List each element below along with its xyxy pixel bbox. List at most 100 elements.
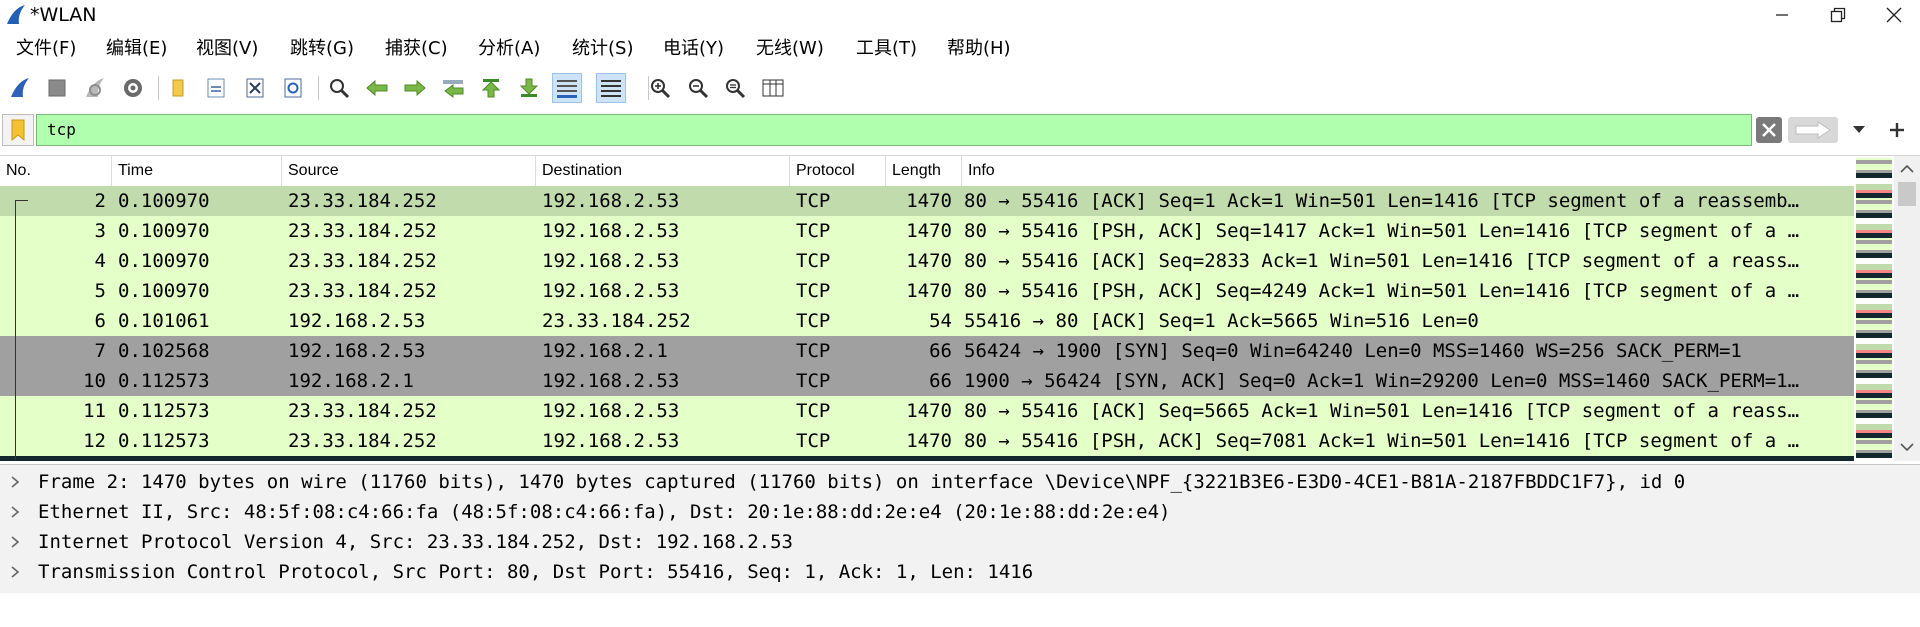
menu-bar: 文件(F) 编辑(E) 视图(V) 跳转(G) 捕获(C) 分析(A) 统计(S… [0,34,1920,64]
cell-time: 0.112573 [118,370,210,392]
minimap-stripe [1856,353,1892,358]
add-filter-button-button[interactable] [1882,116,1912,144]
resize-columns-icon[interactable] [758,73,788,103]
stop-capture-icon[interactable] [42,73,72,103]
minimap-stripe [1856,160,1892,164]
column-header-time[interactable]: Time [112,156,282,186]
packet-row[interactable]: 5 0.100970 23.33.184.252 192.168.2.53 TCP 147… [0,276,1854,306]
cell-source: 23.33.184.252 [288,430,437,452]
minimap-stripe [1856,424,1892,430]
packet-row[interactable]: 12 0.112573 23.33.184.252 192.168.2.53 TCP 14… [0,426,1854,456]
expand-arrow-icon[interactable] [10,566,20,578]
go-last-packet-icon[interactable] [514,73,544,103]
minimap-stripe [1856,453,1892,458]
packet-row[interactable]: 7 0.102568 192.168.2.53 192.168.2.1 TCP 66 564… [0,336,1854,366]
column-header-destination[interactable]: Destination [536,156,790,186]
open-file-icon[interactable] [164,73,194,103]
minimap-stripe [1856,233,1892,238]
column-header-no[interactable]: No. [0,156,112,186]
go-back-icon[interactable] [362,73,392,103]
minimap-stripe [1856,173,1892,178]
save-file-icon[interactable] [201,73,231,103]
minimap-stripe [1856,158,1892,160]
expand-arrow-icon[interactable] [10,536,20,548]
minimap-stripe [1856,378,1892,380]
menu-file[interactable]: 文件(F) [16,36,76,62]
close-window-button[interactable] [1866,0,1920,30]
column-header-info[interactable]: Info [962,156,1856,186]
packet-row[interactable]: 10 0.112573 192.168.2.1 192.168.2.53 TCP 66 19… [0,366,1854,396]
zoom-out-icon[interactable] [683,73,713,103]
cell-protocol: TCP [796,220,831,242]
column-header-source[interactable]: Source [282,156,536,186]
menu-capture[interactable]: 捕获(C) [385,36,448,62]
go-first-packet-icon[interactable] [476,73,506,103]
go-to-packet-icon[interactable] [438,73,468,103]
minimap-stripe [1856,370,1892,373]
cell-source: 23.33.184.252 [288,250,437,272]
menu-help[interactable]: 帮助(H) [947,36,1011,62]
auto-scroll-icon[interactable] [552,73,582,103]
packet-minimap[interactable] [1856,156,1892,461]
cell-source: 23.33.184.252 [288,190,437,212]
filter-history-dropdown[interactable] [1846,119,1872,141]
go-forward-icon[interactable] [400,73,430,103]
menu-edit[interactable]: 编辑(E) [106,36,167,62]
minimap-stripe [1856,380,1892,384]
packet-list-scrollbar[interactable] [1894,156,1920,461]
expand-arrow-icon[interactable] [10,506,20,518]
menu-go[interactable]: 跳转(G) [290,36,354,62]
minimap-stripe [1856,193,1892,198]
clear-filter-button[interactable] [1756,117,1782,143]
close-file-icon[interactable] [240,73,270,103]
menu-wireless[interactable]: 无线(W) [756,36,824,62]
packet-row[interactable]: 2 0.100970 23.33.184.252 192.168.2.53 TCP 147… [0,186,1854,216]
minimap-stripe [1856,384,1892,390]
minimap-stripe [1856,320,1892,324]
minimap-stripe [1856,450,1892,453]
detail-row-ip[interactable]: Internet Protocol Version 4, Src: 23.33.… [0,527,1920,557]
apply-filter-button[interactable] [1788,117,1838,143]
menu-statistics[interactable]: 统计(S) [572,36,633,62]
detail-row-tcp[interactable]: Transmission Control Protocol, Src Port:… [0,557,1920,587]
display-filter-input[interactable]: tcp [36,114,1752,146]
minimap-stripe [1856,190,1892,193]
minimap-stripe [1856,213,1892,218]
zoom-in-icon[interactable] [645,73,675,103]
menu-analyze[interactable]: 分析(A) [478,36,540,62]
minimap-stripe [1856,338,1892,340]
start-capture-icon[interactable] [5,73,35,103]
minimap-stripe [1856,220,1892,224]
menu-tools[interactable]: 工具(T) [856,36,917,62]
minimap-stripe [1856,218,1892,220]
filter-bookmark-button[interactable] [2,114,34,146]
column-header-protocol[interactable]: Protocol [790,156,886,186]
colorize-icon[interactable] [596,73,626,103]
normal-size-icon[interactable] [720,73,750,103]
cell-source: 23.33.184.252 [288,220,437,242]
cell-info: 80 → 55416 [ACK] Seq=1 Ack=1 Win=501 Len… [964,190,1800,212]
cell-info: 80 → 55416 [PSH, ACK] Seq=4249 Ack=1 Win… [964,280,1800,302]
detail-row-ethernet[interactable]: Ethernet II, Src: 48:5f:08:c4:66:fa (48:… [0,497,1920,527]
cell-source: 23.33.184.252 [288,280,437,302]
reload-file-icon[interactable] [278,73,308,103]
menu-view[interactable]: 视图(V) [196,36,258,62]
packet-row[interactable]: 6 0.101061 192.168.2.53 23.33.184.252 TCP 54 5… [0,306,1854,336]
column-header-length[interactable]: Length [886,156,962,186]
minimap-stripe [1856,330,1892,333]
restore-button[interactable] [1810,0,1866,30]
cell-info: 80 → 55416 [ACK] Seq=2833 Ack=1 Win=501 … [964,250,1800,272]
minimap-stripe [1856,358,1892,360]
minimize-button[interactable] [1754,0,1810,30]
capture-options-icon[interactable] [118,73,148,103]
find-packet-icon[interactable] [324,73,354,103]
packet-row-partial[interactable] [0,456,1854,461]
packet-row[interactable]: 4 0.100970 23.33.184.252 192.168.2.53 TCP 147… [0,246,1854,276]
detail-row-frame[interactable]: Frame 2: 1470 bytes on wire (11760 bits)… [0,467,1920,497]
packet-row[interactable]: 11 0.112573 23.33.184.252 192.168.2.53 TCP 14… [0,396,1854,426]
restart-capture-icon[interactable] [80,73,110,103]
chevron-down-icon [1853,126,1865,133]
packet-row[interactable]: 3 0.100970 23.33.184.252 192.168.2.53 TCP 147… [0,216,1854,246]
expand-arrow-icon[interactable] [10,476,20,488]
menu-telephony[interactable]: 电话(Y) [663,36,724,62]
